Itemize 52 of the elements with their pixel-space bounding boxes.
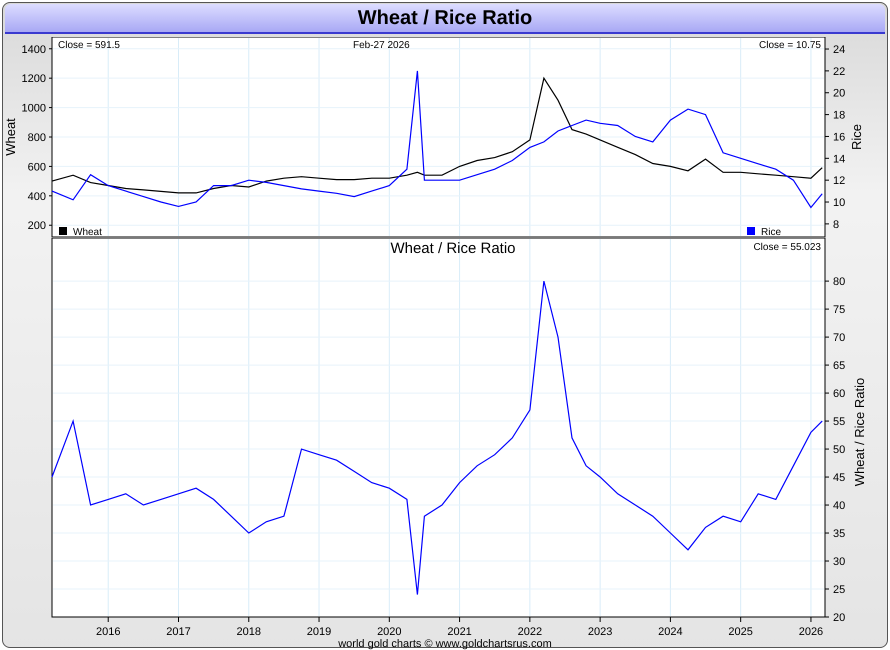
axis-tick-label: 55 <box>833 416 846 428</box>
close-value: Close = 55.023 <box>753 242 821 253</box>
axis-tick-label: 2021 <box>447 626 472 638</box>
date-label: Feb-27 2026 <box>353 40 410 51</box>
axis-tick-label: 10 <box>833 197 846 210</box>
axis-tick-label: 35 <box>833 528 846 540</box>
axis-tick-label: 2019 <box>306 626 332 638</box>
axis-tick-label: 8 <box>833 218 840 231</box>
axis-tick-label: 30 <box>833 556 846 568</box>
axis-tick-label: 2020 <box>377 626 402 638</box>
copyright-text: world gold charts © www.goldchartsrus.com <box>338 638 552 650</box>
legend-label: Rice <box>761 227 782 238</box>
axis-tick-label: 1200 <box>22 73 46 86</box>
axis-tick-label: 1400 <box>22 44 46 56</box>
axis-tick-label: 40 <box>833 500 846 512</box>
axis-title: Wheat / Rice Ratio <box>852 378 867 486</box>
axis-tick-label: 65 <box>833 360 846 372</box>
axis-tick-label: 2025 <box>728 626 753 638</box>
axis-tick-label: 50 <box>833 444 846 456</box>
axis-tick-label: 20 <box>833 88 846 100</box>
axis-tick-label: 70 <box>833 332 846 344</box>
axis-tick-label: 2026 <box>798 626 824 638</box>
axis-tick-label: 20 <box>833 612 846 624</box>
axis-tick-label: 2017 <box>166 626 191 638</box>
chart-title: Wheat / Rice Ratio <box>358 7 532 29</box>
close-value: Close = 10.75 <box>759 40 821 51</box>
axis-tick-label: 1000 <box>22 102 46 115</box>
axis-tick-label: 12 <box>833 175 846 188</box>
axis-tick-label: 14 <box>833 153 846 166</box>
axis-tick-label: 2024 <box>658 626 683 638</box>
axis-tick-label: 600 <box>28 161 46 174</box>
axis-tick-label: 25 <box>833 584 846 596</box>
axis-tick-label: 2022 <box>518 626 542 638</box>
axis-tick-label: 200 <box>28 220 46 232</box>
chart-subtitle: Wheat / Rice Ratio <box>390 240 516 257</box>
axis-tick-label: 80 <box>833 276 846 288</box>
axis-tick-label: 60 <box>833 388 846 400</box>
axis-tick-label: 2016 <box>96 626 120 638</box>
axis-title: Wheat <box>3 118 18 156</box>
axis-tick-label: 45 <box>833 472 846 484</box>
axis-tick-label: 24 <box>833 44 846 56</box>
axis-title: Rice <box>849 124 864 150</box>
axis-tick-label: 2018 <box>236 626 261 638</box>
axis-tick-label: 16 <box>833 131 846 144</box>
axis-tick-label: 75 <box>833 304 846 316</box>
axis-tick-label: 2023 <box>588 626 612 638</box>
axis-tick-label: 800 <box>28 132 46 144</box>
axis-tick-label: 18 <box>833 110 846 122</box>
close-value: Close = 591.5 <box>58 40 120 51</box>
legend-label: Wheat <box>73 227 102 238</box>
axis-tick-label: 22 <box>833 66 846 78</box>
axis-tick-label: 400 <box>28 190 46 203</box>
